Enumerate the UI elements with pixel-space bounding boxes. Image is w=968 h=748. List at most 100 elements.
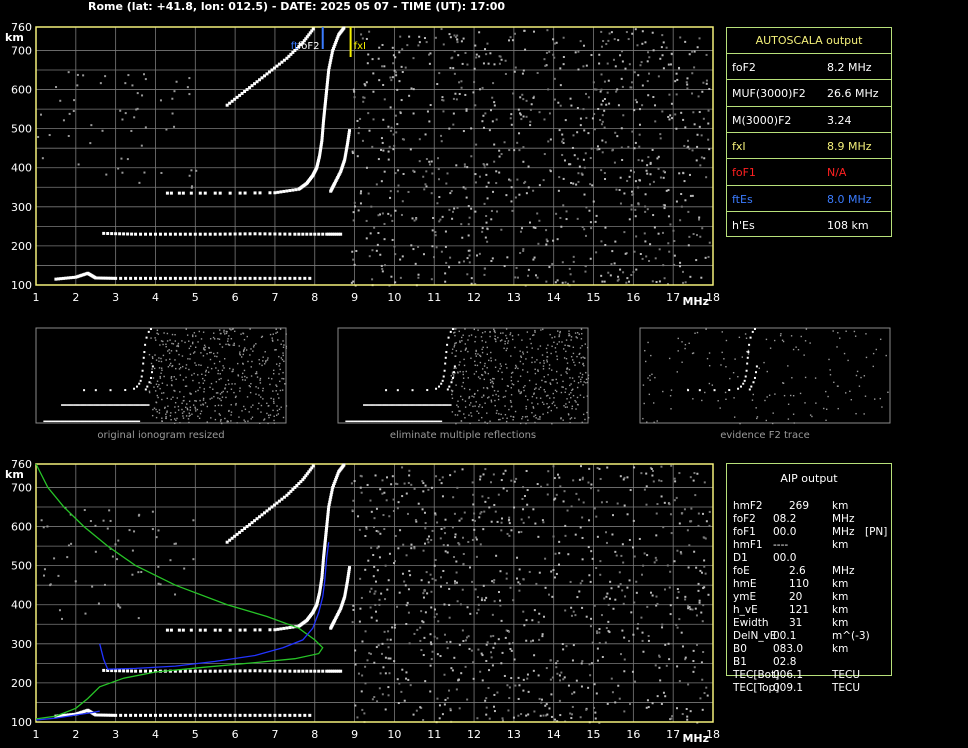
thumbnail-noise-dot [219, 373, 221, 375]
top-noise-dot [509, 179, 512, 182]
bottom-noise-dot [364, 665, 367, 668]
top-noise-dot [423, 188, 426, 191]
thumbnail-noise-dot [490, 360, 492, 362]
thumbnail-noise-dot [563, 357, 566, 359]
top-noise-dot [529, 108, 532, 111]
thumbnail-trace-point [151, 365, 154, 368]
bottom-noise-dot [192, 558, 195, 561]
top-x-tick-label: 2 [72, 291, 79, 304]
thumbnail-noise-dot [486, 412, 488, 414]
top-noise-dot [486, 197, 489, 200]
thumbnail-noise-dot [453, 332, 455, 334]
thumbnail-noise-dot [170, 384, 173, 386]
thumbnail-trace-point [138, 382, 141, 385]
bottom-trace-point [279, 627, 283, 631]
thumbnail-noise-dot [285, 333, 287, 335]
thumbnail-noise-dot [494, 335, 496, 337]
bottom-noise-dot [689, 476, 692, 479]
top-noise-dot [190, 169, 193, 172]
bottom-noise-dot [595, 630, 598, 633]
top-noise-dot [438, 72, 441, 75]
thumbnail-noise-dot [799, 392, 802, 395]
bottom-noise-dot [523, 624, 526, 627]
thumbnail-noise-dot [159, 387, 161, 390]
thumbnail-noise-dot [676, 371, 678, 373]
bottom-noise-dot [369, 606, 372, 609]
thumbnail-noise-dot [887, 391, 889, 393]
thumbnail-noise-dot [170, 375, 173, 378]
thumbnail-noise-dot [243, 405, 245, 408]
bottom-noise-dot [572, 479, 575, 482]
top-noise-dot [646, 60, 649, 63]
top-noise-dot [372, 90, 375, 93]
bottom-trace-point [283, 713, 287, 717]
top-noise-dot [451, 56, 454, 59]
top-noise-dot [620, 127, 623, 130]
thumbnail-noise-dot [278, 355, 280, 358]
bottom-noise-dot [506, 532, 509, 535]
top-noise-dot [678, 172, 681, 175]
thumbnail-noise-dot [189, 409, 191, 411]
top-noise-dot [579, 117, 582, 120]
bottom-noise-dot [532, 669, 535, 672]
thumbnail-noise-dot [202, 404, 205, 406]
thumbnail-noise-dot [475, 370, 478, 373]
thumbnail-noise-dot [803, 354, 805, 356]
top-noise-dot [581, 225, 584, 228]
top-noise-dot [683, 144, 686, 147]
aip-val-3: ---- [773, 539, 789, 551]
top-noise-dot [510, 200, 513, 203]
bottom-noise-dot [691, 608, 694, 611]
thumbnail-noise-dot [226, 420, 228, 423]
thumbnail-noise-dot [708, 382, 711, 385]
top-trace-point [158, 276, 162, 280]
top-trace-point [163, 276, 167, 280]
thumbnail-noise-dot [586, 395, 589, 397]
bottom-noise-dot [436, 697, 439, 700]
thumbnail-noise-dot [643, 402, 645, 405]
thumbnail-noise-dot [212, 336, 215, 339]
top-trace-point [283, 232, 287, 236]
top-noise-dot [680, 205, 683, 208]
top-noise-dot [698, 218, 701, 221]
bottom-noise-dot [504, 469, 507, 472]
top-x-tick-label: 16 [626, 291, 640, 304]
bottom-trace-point [203, 669, 207, 673]
thumbnail-noise-dot [166, 332, 169, 335]
bottom-noise-dot [614, 701, 617, 704]
bottom-noise-dot [500, 517, 503, 520]
thumbnail-noise-dot [576, 386, 579, 389]
top-x-tick-label: 8 [311, 291, 318, 304]
thumbnail-noise-dot [493, 378, 495, 380]
bottom-noise-dot [128, 529, 131, 532]
bottom-noise-dot [605, 541, 608, 544]
bottom-noise-dot [637, 622, 640, 625]
thumbnail-noise-dot [541, 354, 544, 356]
top-noise-dot [490, 209, 493, 212]
thumbnail-noise-dot [570, 417, 573, 419]
thumbnail-noise-dot [790, 335, 793, 337]
bottom-noise-dot [571, 692, 574, 695]
thumbnail-noise-dot [275, 328, 277, 331]
thumbnail-trace-point [139, 379, 142, 382]
top-noise-dot [617, 104, 620, 107]
thumbnail-noise-dot [542, 365, 545, 367]
top-noise-dot [617, 39, 620, 42]
thumbnail-noise-dot [494, 338, 496, 340]
top-noise-dot [457, 54, 460, 57]
aip-name-7: ymE [733, 591, 757, 603]
bottom-noise-dot [542, 714, 545, 717]
bottom-noise-dot [444, 550, 447, 553]
thumbnail-noise-dot [281, 389, 284, 391]
bottom-noise-dot [522, 578, 525, 581]
thumbnail-noise-dot [791, 377, 793, 379]
thumbnail-noise-dot [194, 400, 196, 402]
thumbnail-noise-dot [644, 349, 646, 352]
top-noise-dot [647, 94, 650, 97]
thumbnail-noise-dot [206, 405, 209, 408]
bottom-noise-dot [645, 485, 648, 488]
bottom-noise-dot [421, 508, 424, 511]
top-noise-dot [572, 182, 575, 185]
thumbnail-noise-dot [747, 353, 750, 355]
bottom-noise-dot [407, 611, 410, 614]
